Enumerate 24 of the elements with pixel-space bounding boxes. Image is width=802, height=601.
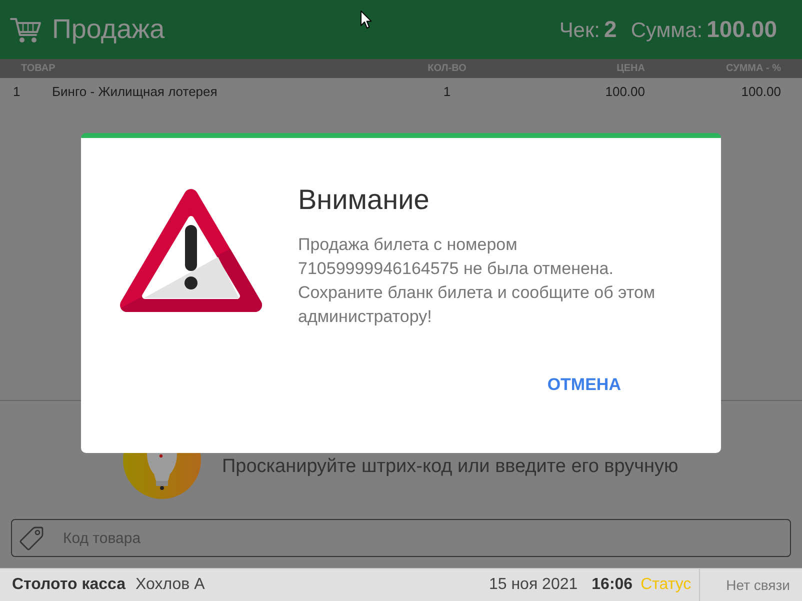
date-text: 15 ноя 2021 (488, 576, 578, 594)
total-label: Сумма: (630, 19, 703, 43)
table-cell-text: 100.00 (740, 84, 781, 98)
tag-icon (18, 524, 46, 552)
warning-icon (120, 188, 262, 313)
cancel-button[interactable]: ОТМЕНА (545, 371, 623, 399)
time-text: 16:06 (592, 576, 633, 594)
table-cell-text: 100.00 (604, 84, 645, 98)
product-code-field[interactable]: Код товара (11, 519, 791, 557)
dialog-title: Внимание (298, 183, 430, 217)
app-name: Столото касса (12, 576, 126, 594)
receipt-number: 2 (604, 16, 617, 43)
scan-prompt: Просканируйте штрих-код или введите его вручную (222, 456, 678, 478)
screen-title: Продажа (52, 14, 165, 45)
cashier-name: Хохлов А (136, 576, 205, 594)
total-amount: 100.00 (706, 16, 777, 43)
cart-icon (10, 16, 42, 44)
table-cell-text: Бинго - Жилищная лотерея (52, 84, 218, 98)
table-cell-text: 1 (13, 84, 22, 98)
table-cell-text: 1 (442, 84, 452, 98)
connection-status: Нет связи (699, 569, 802, 601)
receipt-label: Чек: (559, 19, 600, 43)
dialog-message: Продажа билета с номером 71059999946164575 не была отменена. Сохраните бланк билета и сообщите об этом администратору! (298, 234, 656, 328)
cursor-icon (360, 10, 372, 29)
